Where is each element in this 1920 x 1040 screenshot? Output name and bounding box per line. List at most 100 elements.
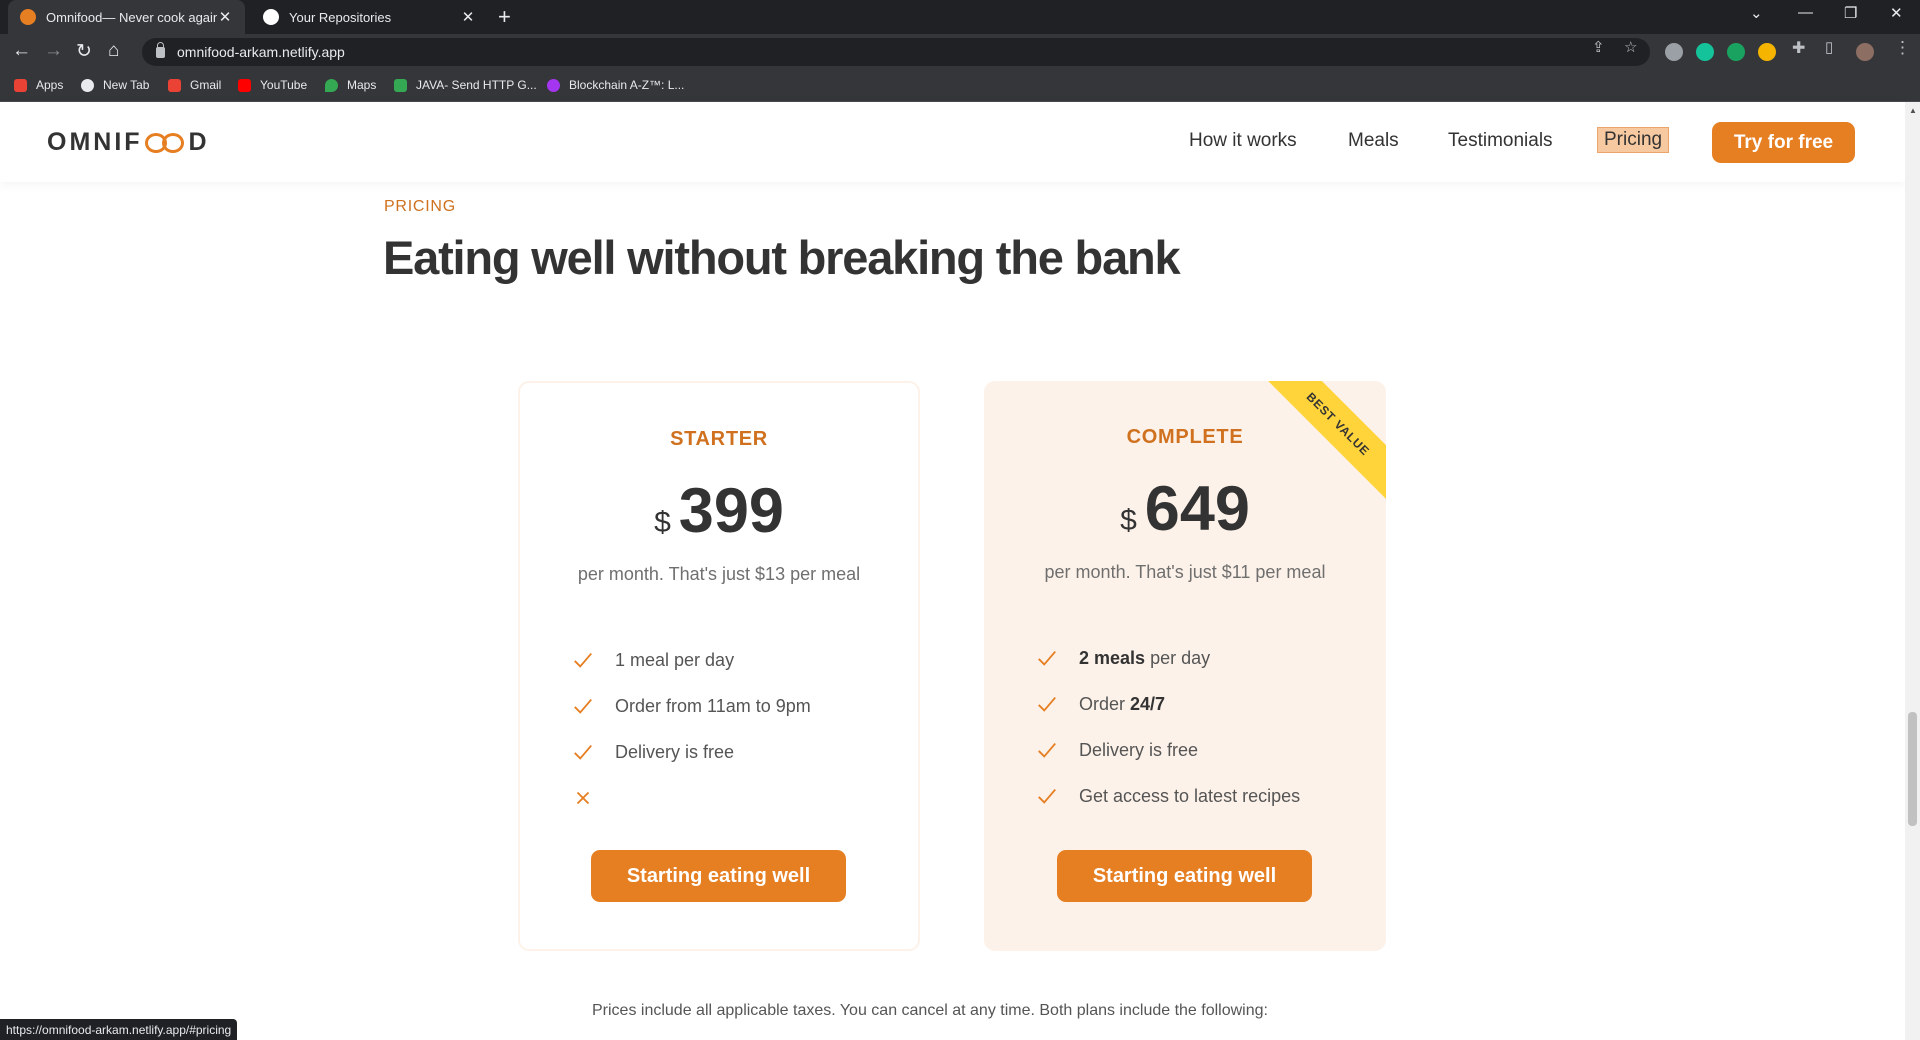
side-panel-icon[interactable]: ▯ xyxy=(1825,38,1833,56)
back-arrow-icon[interactable]: ← xyxy=(12,40,31,62)
feature-text: Order from 11am to 9pm xyxy=(615,695,811,716)
feature-strong: 2 meals xyxy=(1079,647,1146,668)
feature-text: Get access to latest recipes xyxy=(1079,785,1301,806)
extensions-puzzle-icon[interactable]: ✚ xyxy=(1792,38,1805,58)
maps-pin-icon xyxy=(325,78,338,92)
start-eating-well-button[interactable]: Starting eating well xyxy=(1057,850,1312,902)
price-currency: $ xyxy=(654,506,671,539)
infinity-logo-icon xyxy=(144,132,185,154)
feature-item: 2 meals per day xyxy=(1036,635,1300,681)
browser-menu-icon[interactable]: ⋮ xyxy=(1894,38,1911,58)
restore-icon[interactable]: ❐ xyxy=(1844,4,1857,22)
tab-title: Your Repositories xyxy=(289,9,392,25)
checkmark-icon xyxy=(1038,742,1056,758)
feature-item: Order from 11am to 9pm xyxy=(572,683,811,729)
bookmark-java[interactable]: JAVA- Send HTTP G... xyxy=(394,78,537,92)
feature-item: Delivery is free xyxy=(1036,727,1300,773)
nav-pricing[interactable]: Pricing xyxy=(1597,127,1670,153)
bookmark-label: Maps xyxy=(347,78,377,92)
close-icon xyxy=(576,791,590,805)
plan-name: COMPLETE xyxy=(1126,426,1244,448)
minimize-icon[interactable]: — xyxy=(1798,4,1813,21)
site-header: OMNIF D How it works Meals Testimonials … xyxy=(0,102,1905,182)
udemy-icon xyxy=(547,78,560,92)
bookmark-label: Gmail xyxy=(190,78,222,92)
bookmark-youtube[interactable]: YouTube xyxy=(238,78,307,92)
price-per-meal: per month. That's just $11 per meal xyxy=(1044,562,1326,582)
feature-rest: per day xyxy=(1145,647,1211,668)
extension-icon[interactable] xyxy=(1758,43,1776,61)
status-bar-url: https://omnifood-arkam.netlify.app/#pric… xyxy=(0,1019,238,1040)
grammarly-extension-icon[interactable] xyxy=(1696,43,1714,61)
bookmark-maps[interactable]: Maps xyxy=(325,78,376,92)
bookmark-new-tab[interactable]: New Tab xyxy=(81,78,149,92)
globe-icon xyxy=(81,78,94,92)
close-tab-icon[interactable]: ✕ xyxy=(217,8,233,26)
try-for-free-button[interactable]: Try for free xyxy=(1712,122,1855,163)
bookmark-blockchain[interactable]: Blockchain A-Z™: L... xyxy=(547,78,684,92)
reload-icon[interactable]: ↻ xyxy=(76,40,92,63)
price-per-meal: per month. That's just $13 per meal xyxy=(577,564,861,584)
feature-text: 2 meals per day xyxy=(1079,648,1210,669)
omnifood-logo[interactable]: OMNIF D xyxy=(47,128,210,157)
checkmark-icon xyxy=(574,652,592,668)
forward-arrow-icon[interactable]: → xyxy=(44,40,63,62)
gmail-icon xyxy=(168,78,181,92)
section-subheading: PRICING xyxy=(384,198,456,215)
address-url[interactable]: omnifood-arkam.netlify.app xyxy=(177,44,345,60)
bookmark-label: YouTube xyxy=(260,78,308,92)
scroll-up-arrow-icon[interactable]: ▲ xyxy=(1909,106,1917,115)
feature-text: Delivery is free xyxy=(1079,739,1199,760)
checkmark-icon xyxy=(1038,696,1056,712)
profile-avatar-icon[interactable] xyxy=(1856,43,1874,61)
omnifood-favicon-icon xyxy=(20,9,36,25)
section-heading: Eating well without breaking the bank xyxy=(383,231,1181,284)
bookmark-label: Blockchain A-Z™: L... xyxy=(569,78,685,92)
feature-item: 1 meal per day xyxy=(572,637,811,683)
scrollbar-thumb[interactable] xyxy=(1908,712,1917,826)
plan-name: STARTER xyxy=(670,428,768,450)
nav-how-it-works[interactable]: How it works xyxy=(1189,130,1297,152)
bookmark-label: Apps xyxy=(36,78,64,92)
address-bar[interactable]: omnifood-arkam.netlify.app xyxy=(142,38,1650,66)
youtube-icon xyxy=(238,78,251,92)
plan-price: $ 399 xyxy=(520,475,918,547)
bookmark-star-icon[interactable]: ☆ xyxy=(1624,38,1637,56)
checkmark-icon xyxy=(574,744,592,760)
feature-item: Order 24/7 xyxy=(1036,681,1300,727)
bookmark-gmail[interactable]: Gmail xyxy=(168,78,221,92)
bookmark-apps[interactable]: Apps xyxy=(14,78,63,92)
checkmark-icon xyxy=(1038,788,1056,804)
browser-tab-strip: Omnifood— Never cook again ✕ Your Reposi… xyxy=(0,0,1920,34)
feature-strong: 24/7 xyxy=(1130,693,1166,714)
nav-meals[interactable]: Meals xyxy=(1348,130,1399,152)
browser-tab-repositories[interactable]: Your Repositories ✕ xyxy=(251,0,488,34)
tab-search-chevron-icon[interactable]: ⌄ xyxy=(1750,4,1763,22)
extension-icon[interactable] xyxy=(1727,43,1745,61)
page-scrollbar[interactable]: ▲ xyxy=(1905,102,1920,1040)
feature-text: Delivery is free xyxy=(615,741,735,762)
share-icon[interactable]: ⇪ xyxy=(1592,38,1605,56)
feature-rest: Order xyxy=(1079,693,1131,714)
feature-item: Get access to latest recipes xyxy=(1036,773,1300,819)
browser-toolbar: ← → ↻ ⌂ omnifood-arkam.netlify.app ⇪ ☆ ✚… xyxy=(0,34,1920,70)
link-icon xyxy=(394,78,407,92)
close-tab-icon[interactable]: ✕ xyxy=(460,8,476,26)
feature-item xyxy=(572,775,811,821)
feature-text: Order 24/7 xyxy=(1079,694,1165,715)
bookmark-label: New Tab xyxy=(103,78,150,92)
nav-testimonials[interactable]: Testimonials xyxy=(1448,130,1553,152)
extension-icon[interactable] xyxy=(1665,43,1683,61)
github-favicon-icon xyxy=(263,9,279,25)
pricing-plan-complete: BEST VALUE COMPLETE $ 649 per month. Tha… xyxy=(984,381,1386,951)
checkmark-icon xyxy=(1038,650,1056,666)
feature-item: Delivery is free xyxy=(572,729,811,775)
new-tab-plus-icon[interactable]: + xyxy=(498,4,511,30)
bookmarks-bar: Apps New Tab Gmail YouTube Maps JAVA- Se… xyxy=(0,70,1920,102)
home-icon[interactable]: ⌂ xyxy=(108,40,119,62)
start-eating-well-button[interactable]: Starting eating well xyxy=(591,850,846,902)
window-close-icon[interactable]: ✕ xyxy=(1890,4,1903,22)
apps-grid-icon xyxy=(14,78,27,92)
plan-price: $ 649 xyxy=(984,473,1386,545)
browser-tab-omnifood[interactable]: Omnifood— Never cook again ✕ xyxy=(8,0,245,34)
